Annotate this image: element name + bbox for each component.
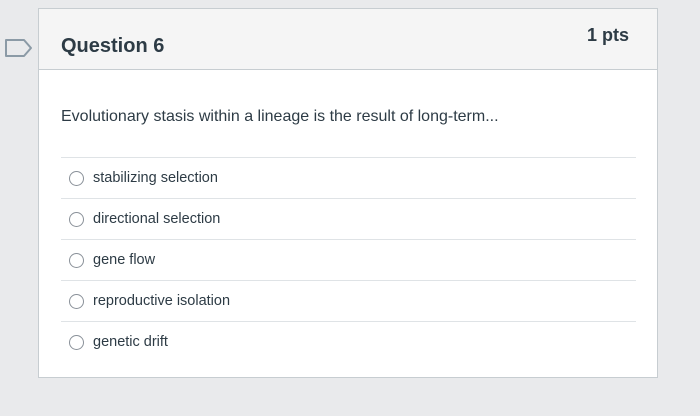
question-points: 1 pts (586, 25, 629, 45)
answer-label: genetic drift (93, 334, 168, 350)
question-title: Question 6 (61, 35, 165, 57)
radio-button[interactable] (69, 252, 84, 268)
radio-button[interactable] (69, 170, 84, 186)
question-text: Evolutionary stasis within a lineage is … (61, 108, 499, 125)
question-card: Question 6 1 pts Evolutionary stasis wit… (38, 8, 658, 378)
question-header: Question 6 1 pts (39, 9, 657, 70)
answer-option[interactable]: stabilizing selection (61, 157, 636, 198)
radio-button[interactable] (69, 293, 84, 309)
answer-label: directional selection (93, 211, 221, 227)
answer-label: gene flow (93, 252, 156, 268)
answer-option[interactable]: directional selection (61, 198, 636, 239)
answer-list: stabilizing selection directional select… (61, 157, 636, 362)
answer-option[interactable]: gene flow (61, 239, 636, 280)
answer-option[interactable]: genetic drift (61, 321, 636, 362)
answer-option[interactable]: reproductive isolation (61, 280, 636, 321)
radio-button[interactable] (69, 211, 84, 227)
answer-label: reproductive isolation (93, 293, 231, 309)
flag-question-icon[interactable] (4, 38, 34, 58)
radio-button[interactable] (69, 334, 84, 350)
answer-label: stabilizing selection (93, 170, 218, 186)
